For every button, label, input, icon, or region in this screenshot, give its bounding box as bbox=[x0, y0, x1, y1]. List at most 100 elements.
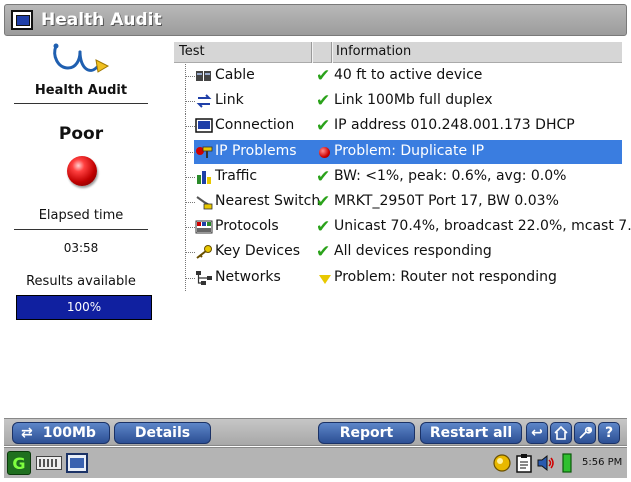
details-button[interactable]: Details bbox=[114, 422, 211, 444]
connection-icon bbox=[195, 118, 213, 134]
test-name: Cable bbox=[215, 67, 255, 83]
red-status-indicator-icon bbox=[67, 156, 97, 186]
test-information: Problem: Router not responding bbox=[334, 268, 557, 285]
test-status: ✔ bbox=[316, 116, 332, 137]
test-results-table: Test Information Cable ✔ 40 ft to active d… bbox=[174, 42, 631, 418]
test-information: Unicast 70.4%, broadcast 22.0%, mcast 7.… bbox=[334, 218, 631, 235]
table-row[interactable]: Protocols ✔ Unicast 70.4%, broadcast 22.0%… bbox=[174, 215, 631, 241]
test-status bbox=[316, 144, 332, 160]
back-arrow-icon: ↩ bbox=[531, 425, 543, 441]
column-divider bbox=[332, 42, 333, 63]
check-icon: ✔ bbox=[316, 242, 331, 263]
table-row[interactable]: Cable ✔ 40 ft to active device bbox=[174, 64, 622, 89]
window-icon[interactable] bbox=[11, 10, 33, 30]
test-name: Traffic bbox=[215, 167, 258, 184]
test-status bbox=[316, 270, 332, 286]
link-icon bbox=[195, 93, 213, 109]
overall-status: Poor bbox=[58, 124, 104, 144]
divider bbox=[14, 229, 148, 230]
table-row[interactable]: Key Devices ✔ All devices responding bbox=[174, 240, 622, 266]
test-status: ✔ bbox=[316, 166, 332, 187]
test-name: Nearest Switch bbox=[215, 193, 321, 209]
test-status: ✔ bbox=[316, 66, 332, 86]
test-status: ✔ bbox=[316, 194, 332, 211]
test-name: Key Devices bbox=[215, 243, 301, 260]
summary-panel: Health Audit Poor Elapsed time 03:58 Res… bbox=[6, 38, 156, 418]
table-row[interactable]: Networks Problem: Router not responding bbox=[174, 265, 622, 291]
link-speed-button[interactable]: ⇄ 100Mb bbox=[12, 422, 110, 444]
networks-icon bbox=[195, 270, 213, 286]
report-button[interactable]: Report bbox=[318, 422, 415, 444]
ip-problems-icon bbox=[195, 144, 213, 160]
check-icon: ✔ bbox=[316, 217, 331, 238]
test-name: Protocols bbox=[215, 218, 279, 235]
results-available-label: Results available bbox=[26, 274, 136, 289]
tools-button[interactable] bbox=[574, 422, 596, 444]
wrench-icon bbox=[579, 426, 592, 439]
switch-icon bbox=[195, 194, 213, 210]
test-status: ✔ bbox=[316, 242, 332, 263]
cable-icon bbox=[195, 68, 213, 84]
test-information: All devices responding bbox=[334, 243, 492, 260]
table-row[interactable]: Nearest Switch ✔ MRKT_2950T Port 17, BW 0.… bbox=[174, 190, 622, 215]
bottom-toolbar: ⇄ 100Mb Details Report Restart all ↩ ? bbox=[4, 418, 627, 446]
help-icon: ? bbox=[604, 425, 614, 441]
tree-connector bbox=[186, 151, 195, 153]
table-row[interactable]: Traffic ✔ BW: <1%, peak: 0.6%, avg: 0.0% bbox=[174, 164, 622, 190]
test-information: IP address 010.248.001.173 DHCP bbox=[334, 117, 575, 134]
check-icon: ✔ bbox=[316, 166, 331, 187]
tree-connector bbox=[186, 76, 195, 77]
tree-connector bbox=[186, 176, 195, 178]
tree-connector bbox=[186, 202, 195, 203]
title-bar: Health Audit bbox=[4, 4, 627, 36]
clipboard-icon[interactable] bbox=[514, 453, 534, 473]
test-information: 40 ft to active device bbox=[334, 67, 483, 83]
test-status: ✔ bbox=[316, 217, 332, 238]
restart-all-button[interactable]: Restart all bbox=[420, 422, 522, 444]
table-row[interactable]: Connection ✔ IP address 010.248.001.173 DH… bbox=[174, 114, 622, 140]
elapsed-time-label: Elapsed time bbox=[38, 208, 124, 223]
stethoscope-icon bbox=[53, 43, 110, 73]
window-title: Health Audit bbox=[41, 10, 162, 30]
elapsed-time-value: 03:58 bbox=[63, 241, 99, 255]
window-switch-icon[interactable] bbox=[66, 453, 88, 473]
tree-connector bbox=[186, 252, 195, 254]
check-icon: ✔ bbox=[316, 116, 331, 137]
key-devices-icon bbox=[195, 244, 213, 260]
test-status: ✔ bbox=[316, 91, 332, 112]
test-name: IP Problems bbox=[215, 142, 297, 159]
test-information: Problem: Duplicate IP bbox=[334, 142, 485, 159]
protocols-icon bbox=[195, 219, 213, 235]
network-globe-icon[interactable] bbox=[492, 453, 512, 473]
tree-connector bbox=[186, 126, 195, 128]
system-taskbar: G 5:56 PM bbox=[4, 447, 627, 478]
back-button[interactable]: ↩ bbox=[526, 422, 548, 444]
panel-heading: Health Audit bbox=[34, 83, 128, 98]
test-information: Link 100Mb full duplex bbox=[334, 92, 493, 109]
test-information: MRKT_2950T Port 17, BW 0.03% bbox=[334, 193, 559, 209]
column-header-information[interactable]: Information bbox=[336, 44, 411, 59]
column-divider bbox=[312, 42, 313, 63]
check-icon: ✔ bbox=[316, 66, 331, 86]
keyboard-icon[interactable] bbox=[36, 456, 62, 470]
warning-icon bbox=[319, 274, 331, 284]
divider bbox=[14, 103, 148, 104]
help-button[interactable]: ? bbox=[598, 422, 620, 444]
table-row[interactable]: IP Problems Problem: Duplicate IP bbox=[174, 139, 622, 165]
progress-text: 100% bbox=[66, 300, 102, 314]
home-icon bbox=[554, 426, 568, 440]
tree-connector bbox=[186, 277, 195, 279]
check-icon: ✔ bbox=[316, 91, 331, 112]
test-name: Link bbox=[215, 92, 244, 109]
column-header-test[interactable]: Test bbox=[179, 44, 205, 59]
link-speed-label: 100Mb bbox=[42, 425, 96, 441]
traffic-icon bbox=[195, 169, 213, 185]
home-button[interactable] bbox=[550, 422, 572, 444]
speaker-icon[interactable] bbox=[536, 453, 556, 473]
battery-icon[interactable] bbox=[560, 453, 574, 473]
start-menu-icon[interactable]: G bbox=[7, 451, 31, 475]
test-name: Networks bbox=[215, 268, 281, 285]
table-header: Test Information bbox=[174, 42, 622, 63]
test-name: Connection bbox=[215, 117, 295, 134]
table-row[interactable]: Link ✔ Link 100Mb full duplex bbox=[174, 89, 622, 115]
